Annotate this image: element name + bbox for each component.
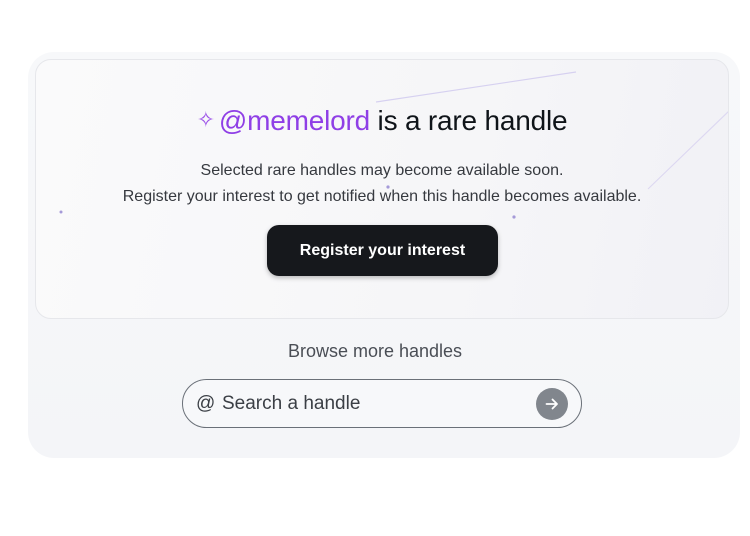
description-line-1: Selected rare handles may become availab… bbox=[200, 162, 564, 179]
search-submit-button[interactable] bbox=[536, 387, 568, 420]
headline-text: is a rare handle bbox=[369, 105, 568, 136]
rare-handle-description: Selected rare handles may become availab… bbox=[36, 158, 728, 210]
arrow-right-icon bbox=[545, 398, 558, 409]
handle-search-input[interactable] bbox=[222, 392, 536, 415]
rare-handle-headline: ✧ @memelord is a rare handle bbox=[36, 103, 728, 138]
rare-handle-card: ✧ @memelord is a rare handle Selected rar… bbox=[35, 59, 729, 319]
at-sign-icon: @ bbox=[196, 392, 216, 414]
handle-search-bar[interactable]: @ bbox=[182, 379, 582, 428]
register-interest-button[interactable]: Register your interest bbox=[267, 225, 498, 276]
browse-handles-title: Browse more handles bbox=[287, 341, 463, 361]
description-line-2: Register your interest to get notified w… bbox=[122, 188, 642, 205]
sparkle-icon: ✧ bbox=[196, 107, 215, 132]
handle-name: @memelord bbox=[218, 105, 370, 136]
